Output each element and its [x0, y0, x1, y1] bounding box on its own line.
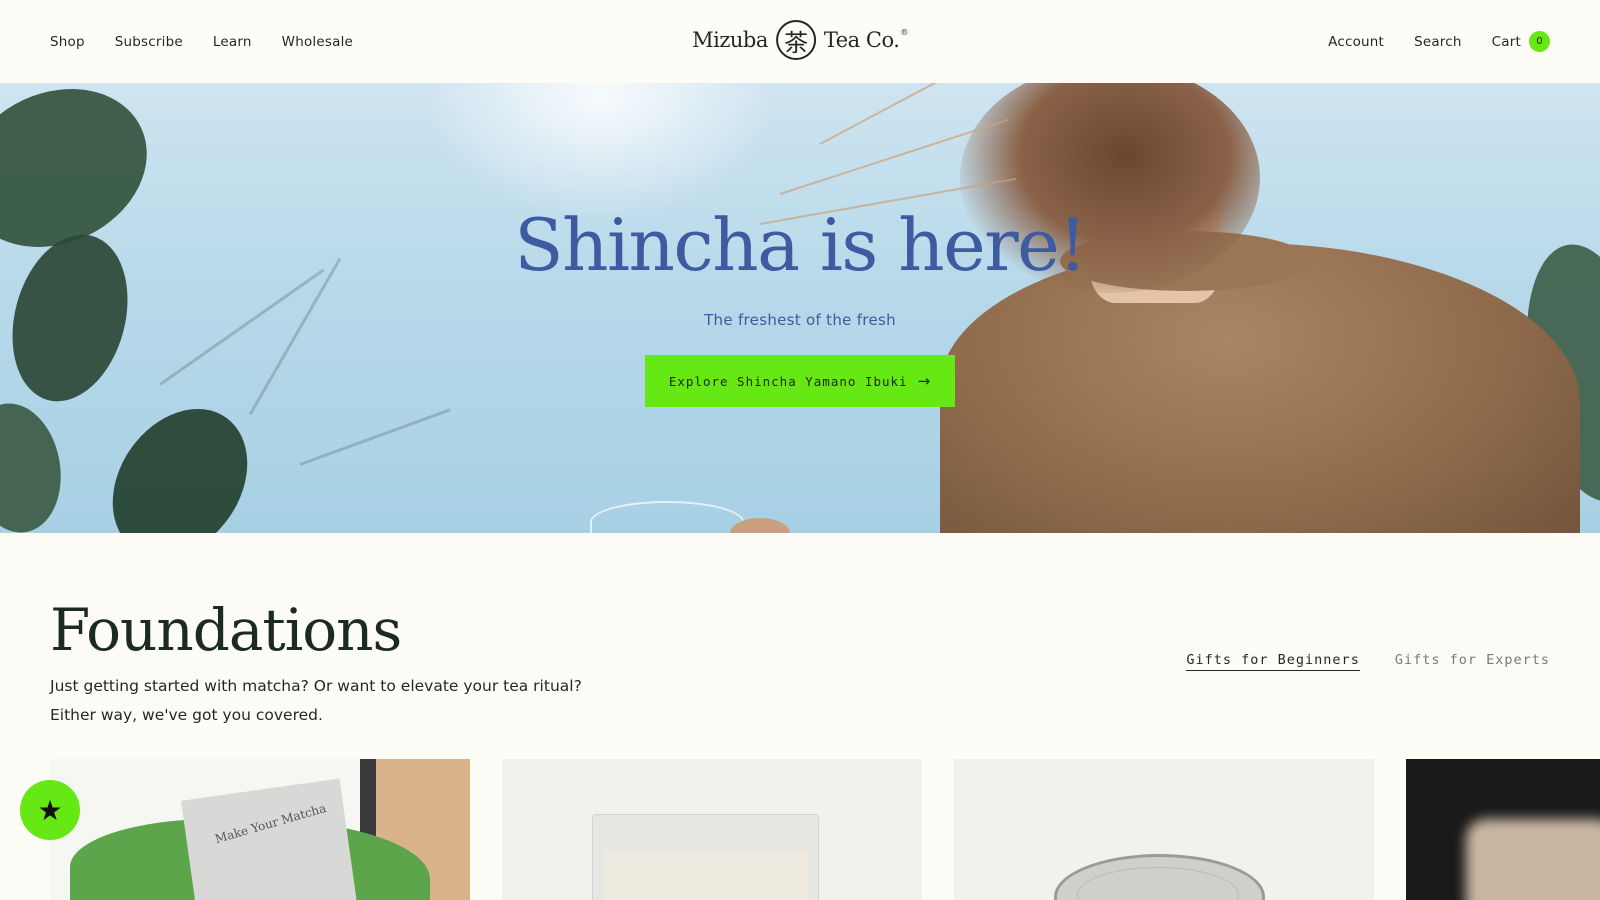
tab-gifts-for-experts[interactable]: Gifts for Experts: [1395, 652, 1550, 671]
utility-nav: Account Search Cart 0: [1328, 31, 1550, 52]
branch-shadow: [299, 408, 451, 466]
nav-account[interactable]: Account: [1328, 34, 1384, 50]
primary-nav: Shop Subscribe Learn Wholesale: [50, 34, 353, 50]
star-icon: ★: [37, 794, 63, 826]
site-logo[interactable]: Mizuba 茶 Tea Co.®: [692, 20, 908, 60]
site-header: Shop Subscribe Learn Wholesale Mizuba 茶 …: [0, 0, 1600, 83]
hero-content: Shincha is here! The freshest of the fre…: [0, 203, 1600, 407]
hero-subtitle: The freshest of the fresh: [704, 311, 896, 329]
nav-shop[interactable]: Shop: [50, 34, 85, 50]
hero-title: Shincha is here!: [514, 203, 1087, 287]
tab-gifts-for-beginners[interactable]: Gifts for Beginners: [1186, 652, 1360, 671]
product-card-partial[interactable]: [1406, 759, 1600, 900]
logo-text-right-label: Tea Co.: [823, 28, 900, 52]
hero-banner: Shincha is here! The freshest of the fre…: [0, 83, 1600, 533]
cactus-pad: [0, 396, 71, 533]
product-card-matcha-tin[interactable]: [954, 759, 1374, 900]
foundations-description-line1: Just getting started with matcha? Or wan…: [50, 677, 582, 695]
foundations-title: Foundations: [50, 596, 402, 664]
pouch-label: [603, 850, 808, 900]
registered-mark: ®: [900, 28, 908, 37]
foundations-description-line2: Either way, we've got you covered.: [50, 706, 323, 724]
rewards-star-button[interactable]: ★: [20, 780, 80, 840]
foundations-description: Just getting started with matcha? Or wan…: [50, 672, 670, 730]
logo-text-right: Tea Co.®: [823, 28, 909, 52]
product-card-matcha-pouch[interactable]: [502, 759, 922, 900]
nav-cart[interactable]: Cart 0: [1492, 31, 1550, 52]
instruction-card: Make Your Matcha: [181, 778, 359, 900]
nav-subscribe[interactable]: Subscribe: [115, 34, 183, 50]
explore-shincha-label: Explore Shincha Yamano Ibuki: [668, 373, 908, 389]
product-card-starter-kit[interactable]: Make Your Matcha: [50, 759, 470, 900]
gift-tabs: Gifts for Beginners Gifts for Experts: [1186, 652, 1550, 671]
logo-text-left: Mizuba: [692, 28, 768, 52]
hero-sun-glow: [420, 83, 780, 223]
nav-wholesale[interactable]: Wholesale: [282, 34, 353, 50]
matcha-pouch: [592, 814, 819, 900]
tea-glass: [590, 501, 744, 533]
cart-label: Cart: [1491, 33, 1521, 50]
logo-seal-glyph: 茶: [784, 28, 808, 57]
explore-shincha-button[interactable]: Explore Shincha Yamano Ibuki →: [644, 355, 956, 407]
cart-count-badge: 0: [1529, 31, 1550, 52]
instruction-card-text: Make Your Matcha: [213, 801, 328, 847]
tea-seal-icon: 茶: [775, 20, 816, 60]
arrow-right-icon: →: [917, 372, 932, 390]
nav-learn[interactable]: Learn: [213, 34, 252, 50]
matcha-tin: [1054, 854, 1265, 900]
nav-search[interactable]: Search: [1414, 34, 1462, 50]
tin-lid-ring: [1077, 867, 1239, 900]
blurred-cup: [1466, 819, 1600, 900]
